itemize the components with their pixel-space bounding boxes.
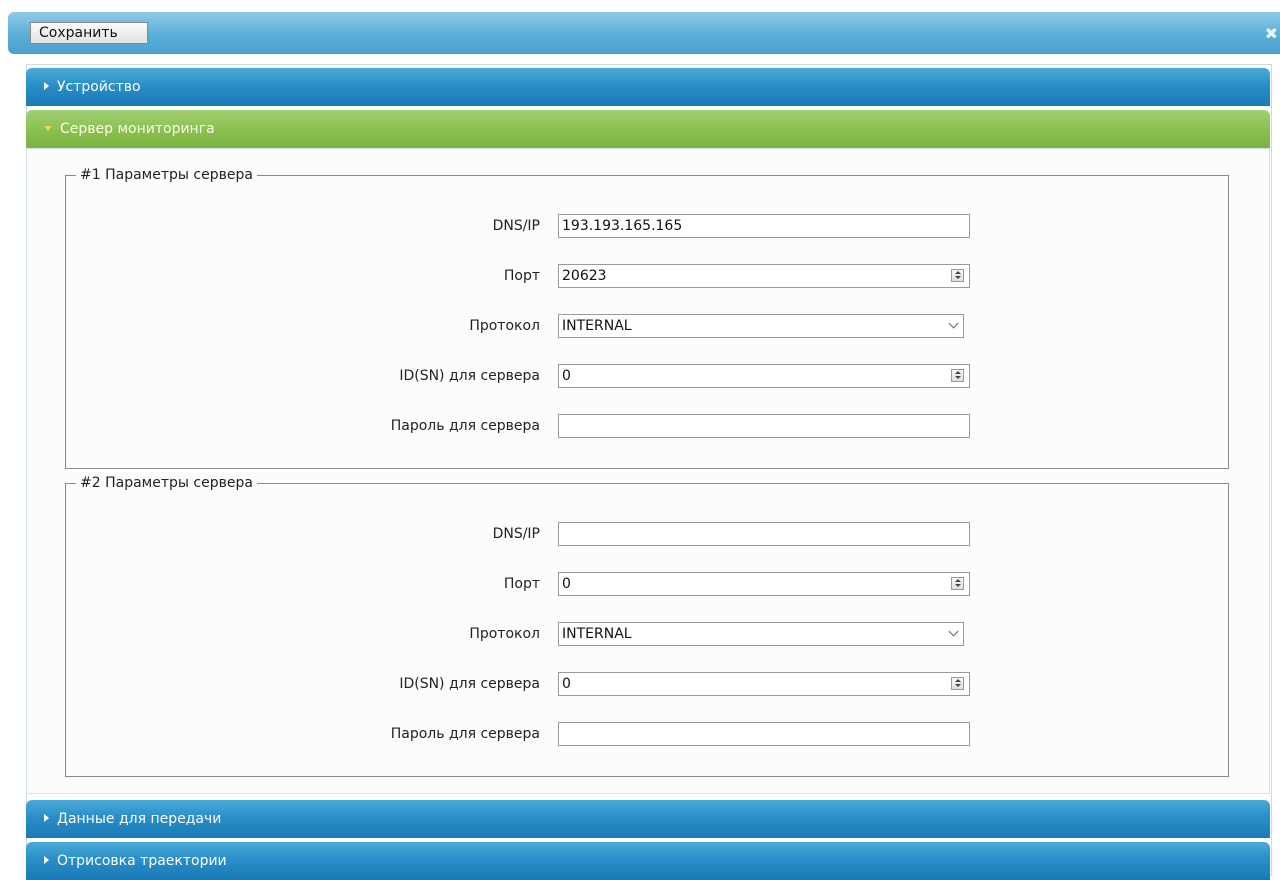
password-input[interactable] <box>558 722 970 746</box>
server-id-value: 0 <box>562 368 571 384</box>
server-1-fieldset: #1 Параметры сервера DNS/IP Порт 20623 П… <box>65 166 1229 469</box>
protocol-label: Протокол <box>469 626 540 642</box>
password-label: Пароль для сервера <box>390 726 540 742</box>
port-label: Порт <box>503 268 540 284</box>
expand-arrow-icon <box>44 814 49 822</box>
save-button[interactable]: Сохранить <box>30 22 148 44</box>
protocol-select[interactable]: INTERNAL <box>558 622 964 646</box>
protocol-label: Протокол <box>469 318 540 334</box>
monitoring-server-section-body: #1 Параметры сервера DNS/IP Порт 20623 П… <box>26 148 1270 794</box>
expand-arrow-icon <box>44 856 49 864</box>
port-stepper[interactable]: 0 <box>558 572 970 596</box>
section-header-trajectory[interactable]: Отрисовка траектории <box>26 842 1270 880</box>
collapse-arrow-icon <box>44 126 52 131</box>
section-title: Отрисовка траектории <box>57 853 227 869</box>
section-title: Устройство <box>57 79 141 95</box>
protocol-value: INTERNAL <box>562 318 632 334</box>
protocol-select[interactable]: INTERNAL <box>558 314 964 338</box>
fieldset-legend: #1 Параметры сервера <box>76 166 257 184</box>
section-title: Данные для передачи <box>57 811 222 827</box>
protocol-value: INTERNAL <box>562 626 632 642</box>
expand-arrow-icon <box>44 82 49 90</box>
dns-ip-input[interactable] <box>558 522 970 546</box>
section-header-transmit-data[interactable]: Данные для передачи <box>26 800 1270 838</box>
spin-arrows-icon[interactable] <box>951 369 964 382</box>
section-header-monitoring-server[interactable]: Сервер мониторинга <box>26 110 1270 148</box>
chevron-down-icon <box>948 318 959 329</box>
top-toolbar: Сохранить ✖ <box>8 12 1280 54</box>
spin-arrows-icon[interactable] <box>951 269 964 282</box>
server-id-label: ID(SN) для сервера <box>399 676 540 692</box>
server-id-stepper[interactable]: 0 <box>558 364 970 388</box>
close-icon[interactable]: ✖ <box>1265 24 1278 43</box>
dns-label: DNS/IP <box>492 526 540 542</box>
section-title: Сервер мониторинга <box>60 121 215 137</box>
spin-arrows-icon[interactable] <box>951 677 964 690</box>
port-value: 0 <box>562 576 571 592</box>
dns-label: DNS/IP <box>492 218 540 234</box>
server-id-value: 0 <box>562 676 571 692</box>
chevron-down-icon <box>948 626 959 637</box>
spin-arrows-icon[interactable] <box>951 577 964 590</box>
port-label: Порт <box>503 576 540 592</box>
server-id-label: ID(SN) для сервера <box>399 368 540 384</box>
server-2-fieldset: #2 Параметры сервера DNS/IP Порт 0 Прото… <box>65 474 1229 777</box>
server-id-stepper[interactable]: 0 <box>558 672 970 696</box>
password-label: Пароль для сервера <box>390 418 540 434</box>
password-input[interactable] <box>558 414 970 438</box>
dns-ip-input[interactable] <box>558 214 970 238</box>
fieldset-legend: #2 Параметры сервера <box>76 474 257 492</box>
port-stepper[interactable]: 20623 <box>558 264 970 288</box>
port-value: 20623 <box>562 268 607 284</box>
section-header-device[interactable]: Устройство <box>26 68 1270 106</box>
